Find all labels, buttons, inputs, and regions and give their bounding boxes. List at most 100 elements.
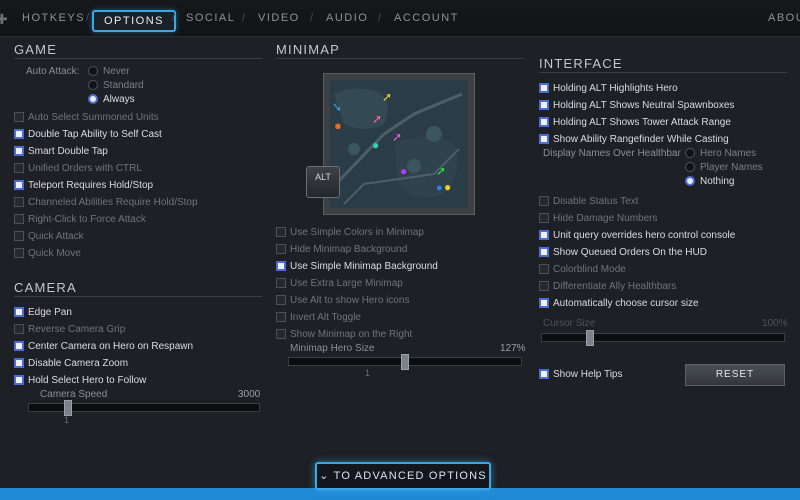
divider — [14, 296, 262, 297]
advanced-options-button[interactable]: ⌄ TO ADVANCED OPTIONS ⌄ — [315, 462, 491, 500]
checkbox-icon[interactable] — [539, 100, 549, 110]
hero-arrow-icon: ➚ — [392, 130, 403, 144]
checkbox-row[interactable]: Use Simple Colors in Minimap — [276, 224, 424, 240]
checkbox-label: Disable Status Text — [553, 195, 639, 207]
checkbox-row[interactable]: Hide Damage Numbers — [539, 210, 658, 226]
hero-marker-icon: ● — [436, 182, 443, 194]
checkbox-icon[interactable] — [276, 278, 286, 288]
hero-arrow-icon: ➚ — [372, 112, 383, 126]
auto-attack-never-radio[interactable]: Never — [88, 64, 130, 78]
tab-social[interactable]: SOCIAL — [186, 12, 235, 24]
checkbox-icon[interactable] — [539, 264, 549, 274]
checkbox-row[interactable]: Quick Attack — [14, 228, 84, 244]
auto-attack-always-radio[interactable]: Always — [88, 92, 135, 106]
checkbox-row[interactable]: Use Alt to show Hero icons — [276, 292, 410, 308]
tab-options[interactable]: OPTIONS — [92, 10, 177, 32]
checkbox-row[interactable]: Show Ability Rangefinder While Casting — [539, 131, 729, 147]
checkbox-icon[interactable] — [14, 375, 24, 385]
checkbox-row[interactable]: Invert Alt Toggle — [276, 309, 361, 325]
checkbox-row[interactable]: Unified Orders with CTRL — [14, 160, 142, 176]
checkbox-row[interactable]: Center Camera on Hero on Respawn — [14, 338, 193, 354]
checkbox-row[interactable]: Hide Minimap Background — [276, 241, 407, 257]
checkbox-row[interactable]: Teleport Requires Hold/Stop — [14, 177, 153, 193]
checkbox-icon[interactable] — [276, 295, 286, 305]
checkbox-icon[interactable] — [539, 213, 549, 223]
camera-speed-label: Camera Speed — [40, 389, 108, 400]
checkbox-row[interactable]: Reverse Camera Grip — [14, 321, 125, 337]
checkbox-icon[interactable] — [14, 197, 24, 207]
checkbox-icon[interactable] — [539, 230, 549, 240]
checkbox-label: Show Queued Orders On the HUD — [553, 246, 707, 258]
checkbox-row[interactable]: Edge Pan — [14, 304, 72, 320]
checkbox-icon[interactable] — [539, 298, 549, 308]
checkbox-icon[interactable] — [14, 112, 24, 122]
cursor-size-handle[interactable] — [586, 330, 595, 346]
checkbox-row[interactable]: Right-Click to Force Attack — [14, 211, 146, 227]
tab-hotkeys[interactable]: HOTKEYS — [22, 12, 85, 24]
checkbox-label: Use Simple Colors in Minimap — [290, 226, 424, 238]
show-help-tips-checkbox[interactable]: Show Help Tips — [539, 366, 622, 382]
auto-attack-standard-radio[interactable]: Standard — [88, 78, 144, 92]
cursor-size-slider[interactable] — [541, 333, 785, 342]
tab-account[interactable]: ACCOUNT — [394, 12, 459, 24]
checkbox-row[interactable]: Disable Camera Zoom — [14, 355, 128, 371]
checkbox-icon[interactable] — [14, 214, 24, 224]
checkbox-icon[interactable] — [14, 231, 24, 241]
checkbox-row[interactable]: Double Tap Ability to Self Cast — [14, 126, 162, 142]
checkbox-icon[interactable] — [14, 129, 24, 139]
checkbox-row[interactable]: Hold Select Hero to Follow — [14, 372, 146, 388]
names-nothing-radio[interactable]: Nothing — [685, 174, 734, 188]
checkbox-icon[interactable] — [539, 117, 549, 127]
checkbox-icon[interactable] — [14, 358, 24, 368]
checkbox-row[interactable]: Use Extra Large Minimap — [276, 275, 403, 291]
checkbox-icon[interactable] — [14, 146, 24, 156]
checkbox-row[interactable]: Automatically choose cursor size — [539, 295, 699, 311]
names-player-radio[interactable]: Player Names — [685, 160, 763, 174]
checkbox-icon[interactable] — [539, 196, 549, 206]
checkbox-icon[interactable] — [539, 247, 549, 257]
tab-video[interactable]: VIDEO — [258, 12, 300, 24]
menu-icon[interactable]: ✚ — [0, 11, 8, 28]
tab-audio[interactable]: AUDIO — [326, 12, 368, 24]
checkbox-label: Teleport Requires Hold/Stop — [28, 179, 154, 191]
hero-arrow-icon: ➘ — [332, 100, 343, 114]
checkbox-icon[interactable] — [539, 134, 549, 144]
checkbox-row[interactable]: Unit query overrides hero control consol… — [539, 227, 735, 243]
minimap-hero-size-handle[interactable] — [401, 354, 409, 370]
checkbox-row[interactable]: Holding ALT Shows Neutral Spawnboxes — [539, 97, 734, 113]
checkbox-icon[interactable] — [539, 83, 549, 93]
camera-speed-max: 3000 — [238, 389, 261, 400]
checkbox-icon[interactable] — [14, 248, 24, 258]
checkbox-row[interactable]: Holding ALT Highlights Hero — [539, 80, 678, 96]
camera-speed-slider[interactable] — [28, 403, 260, 412]
reset-button[interactable]: RESET — [685, 364, 785, 386]
nav-separator: / — [378, 12, 382, 24]
checkbox-icon[interactable] — [14, 341, 24, 351]
minimap-section-title: MINIMAP — [276, 42, 341, 57]
checkbox-icon[interactable] — [276, 312, 286, 322]
names-hero-radio[interactable]: Hero Names — [685, 146, 756, 160]
camera-speed-handle[interactable] — [64, 400, 73, 416]
checkbox-row[interactable]: Show Minimap on the Right — [276, 326, 412, 342]
checkbox-icon[interactable] — [14, 307, 24, 317]
checkbox-icon[interactable] — [539, 281, 549, 291]
checkbox-icon[interactable] — [276, 227, 286, 237]
checkbox-icon[interactable] — [276, 329, 286, 339]
checkbox-icon[interactable] — [276, 261, 286, 271]
checkbox-row[interactable]: Holding ALT Shows Tower Attack Range — [539, 114, 731, 130]
tab-about[interactable]: ABOU — [768, 12, 800, 24]
checkbox-row[interactable]: Use Simple Minimap Background — [276, 258, 438, 274]
checkbox-row[interactable]: Smart Double Tap — [14, 143, 108, 159]
checkbox-row[interactable]: Auto Select Summoned Units — [14, 109, 159, 125]
checkbox-row[interactable]: Differentiate Ally Healthbars — [539, 278, 676, 294]
checkbox-icon[interactable] — [276, 244, 286, 254]
checkbox-row[interactable]: Show Queued Orders On the HUD — [539, 244, 707, 260]
checkbox-row[interactable]: Quick Move — [14, 245, 81, 261]
checkbox-row[interactable]: Disable Status Text — [539, 193, 638, 209]
checkbox-icon[interactable] — [14, 163, 24, 173]
checkbox-icon[interactable] — [14, 180, 24, 190]
checkbox-row[interactable]: Colorblind Mode — [539, 261, 626, 277]
checkbox-icon[interactable] — [14, 324, 24, 334]
display-names-label: Display Names Over Healthbar — [543, 148, 681, 159]
checkbox-row[interactable]: Channeled Abilities Require Hold/Stop — [14, 194, 198, 210]
